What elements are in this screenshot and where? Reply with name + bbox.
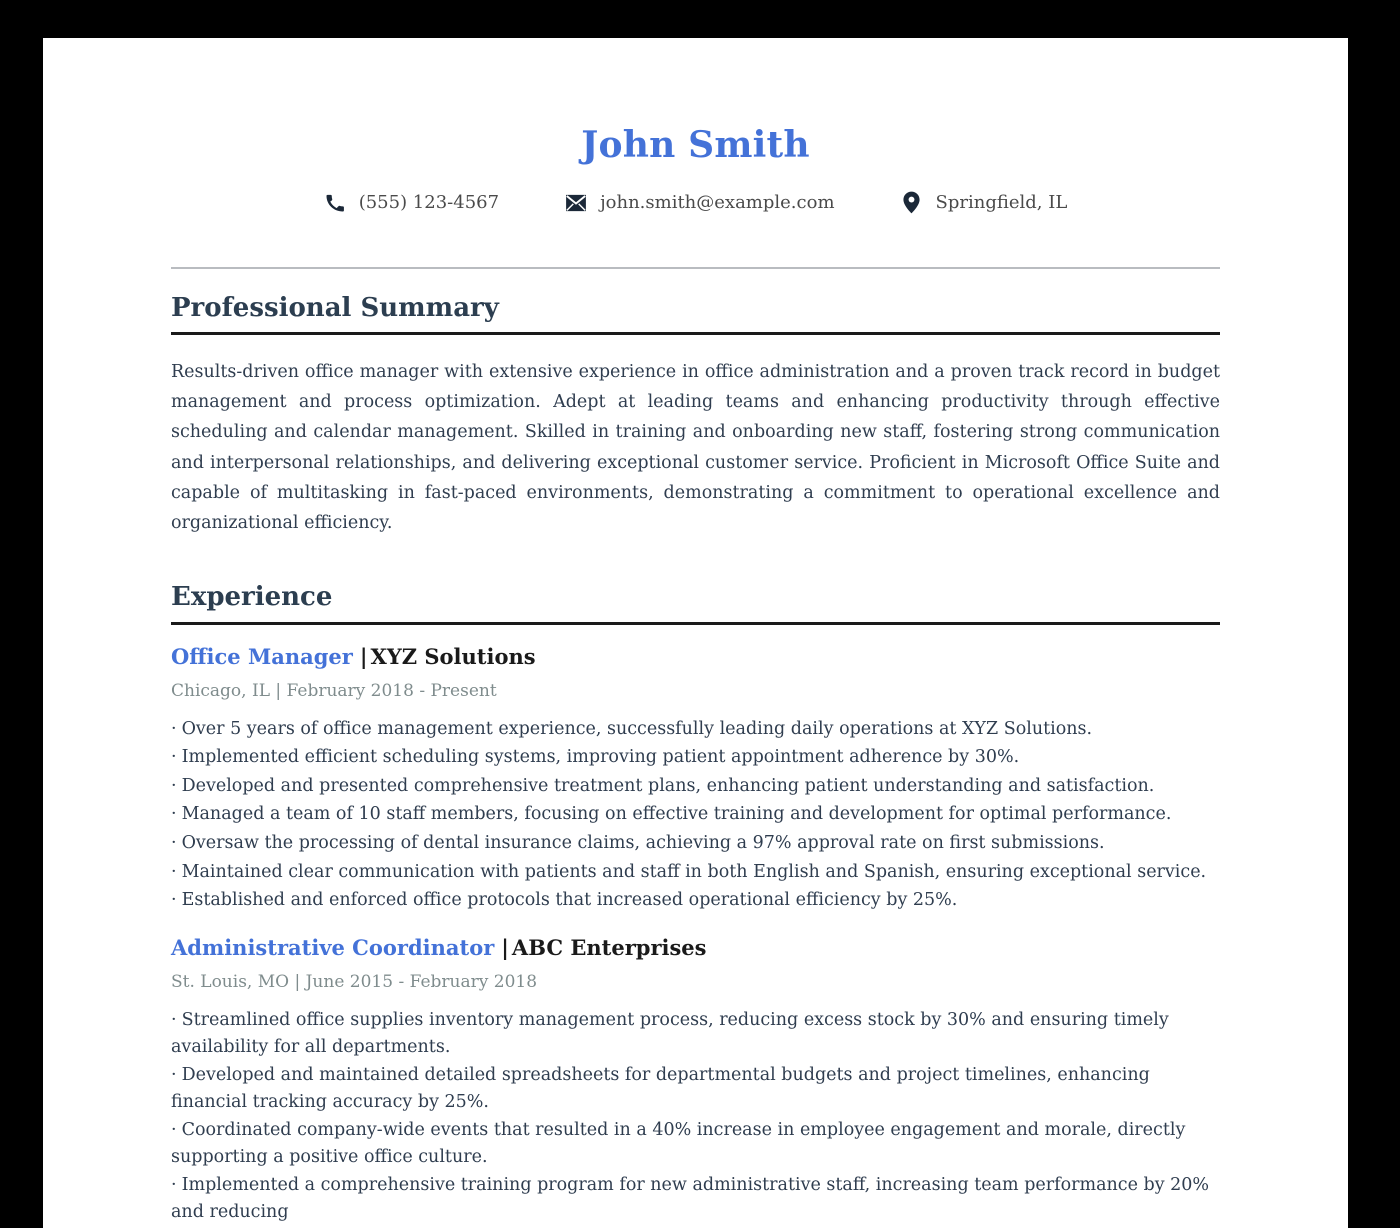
bullet-text: Managed a team of 10 staff members, focu… xyxy=(181,804,1172,825)
contact-location-text: Springfield, IL xyxy=(935,191,1068,213)
location-pin-icon xyxy=(901,191,923,214)
section-experience: Experience Office Manager | XYZ Solutions … xyxy=(171,558,1220,1227)
list-item: · Implemented a comprehensive training pr… xyxy=(171,1172,1220,1227)
job-separator: | xyxy=(501,934,509,960)
experience-entry: Administrative Coordinator | ABC Enterpris… xyxy=(171,916,1220,1228)
experience-entry: Office Manager | XYZ Solutions Chicago, IL… xyxy=(171,625,1220,916)
list-item: · Implemented efficient scheduling system… xyxy=(171,744,1220,773)
list-item: · Coordinated company-wide events that re… xyxy=(171,1117,1220,1172)
contact-item-location[interactable]: Springfield, IL xyxy=(868,191,1101,214)
list-item: · Maintained clear communication with pat… xyxy=(171,859,1220,888)
contact-phone-text: (555) 123-4567 xyxy=(358,191,500,213)
job-separator: | xyxy=(359,643,368,669)
contact-email-text: john.smith@example.com xyxy=(600,191,835,213)
list-item: · Streamlined office supplies inventory m… xyxy=(171,1007,1220,1062)
bullet-text: Established and enforced office protocol… xyxy=(181,890,958,911)
list-item: · Established and enforced office protoco… xyxy=(171,887,1220,916)
list-item: · Managed a team of 10 staff members, foc… xyxy=(171,801,1220,830)
job-heading: Office Manager | XYZ Solutions xyxy=(171,625,1220,670)
bullet-marker: · xyxy=(171,1009,177,1030)
bullet-marker: · xyxy=(171,833,177,854)
section-title-summary: Professional Summary xyxy=(171,292,499,323)
contact-row: (555) 123-4567 john.smith@example.com Sp… xyxy=(171,191,1220,214)
job-bullets: · Streamlined office supplies inventory m… xyxy=(171,1007,1220,1228)
bullet-marker: · xyxy=(171,718,177,739)
job-title: Administrative Coordinator xyxy=(171,934,495,960)
section-title-experience: Experience xyxy=(171,582,333,613)
bullet-text: Over 5 years of office management experi… xyxy=(181,718,1093,739)
bullet-text: Oversaw the processing of dental insuran… xyxy=(181,833,1105,854)
bullet-text: Developed and presented comprehensive tr… xyxy=(181,775,1155,796)
bullet-text: Developed and maintained detailed spread… xyxy=(171,1065,1150,1112)
bullet-marker: · xyxy=(171,890,177,911)
bullet-marker: · xyxy=(171,1065,177,1086)
bullet-marker: · xyxy=(171,747,177,768)
job-title: Office Manager xyxy=(171,643,353,669)
section-rule-summary xyxy=(171,331,1220,335)
phone-icon xyxy=(324,192,346,214)
list-item: · Over 5 years of office management exper… xyxy=(171,716,1220,745)
bullet-marker: · xyxy=(171,1175,177,1196)
bullet-marker: · xyxy=(171,804,177,825)
job-meta: Chicago, IL | February 2018 - Present xyxy=(171,680,497,701)
bullet-text: Implemented efficient scheduling systems… xyxy=(181,747,1020,768)
section-professional-summary: Professional Summary Results-driven offi… xyxy=(171,269,1220,539)
job-heading: Administrative Coordinator | ABC Enterpris… xyxy=(171,916,1220,961)
job-bullets: · Over 5 years of office management exper… xyxy=(171,716,1220,916)
bullet-marker: · xyxy=(171,775,177,796)
bullet-text: Coordinated company-wide events that res… xyxy=(171,1120,1186,1167)
job-company: XYZ Solutions xyxy=(370,643,536,669)
bullet-text: Implemented a comprehensive training pro… xyxy=(171,1175,1210,1223)
bullet-marker: · xyxy=(171,861,177,882)
envelope-icon xyxy=(565,192,587,214)
bullet-text: Streamlined office supplies inventory ma… xyxy=(171,1009,1169,1057)
job-meta: St. Louis, MO | June 2015 - February 201… xyxy=(171,972,538,993)
summary-paragraph: Results-driven office manager with exten… xyxy=(171,361,1220,534)
bullet-text: Maintained clear communication with pati… xyxy=(181,861,1207,882)
contact-item-email[interactable]: john.smith@example.com xyxy=(532,192,867,214)
resume-header: John Smith (555) 123-4567 john.smith@exa… xyxy=(171,38,1220,214)
list-item: · Developed and maintained detailed sprea… xyxy=(171,1062,1220,1117)
bullet-marker: · xyxy=(171,1120,177,1141)
list-item: · Developed and presented comprehensive t… xyxy=(171,773,1220,802)
page-title: John Smith xyxy=(581,124,810,166)
resume-page: John Smith (555) 123-4567 john.smith@exa… xyxy=(43,38,1348,1228)
contact-item-phone[interactable]: (555) 123-4567 xyxy=(291,192,532,214)
list-item: · Oversaw the processing of dental insura… xyxy=(171,830,1220,859)
job-company: ABC Enterprises xyxy=(511,934,707,960)
